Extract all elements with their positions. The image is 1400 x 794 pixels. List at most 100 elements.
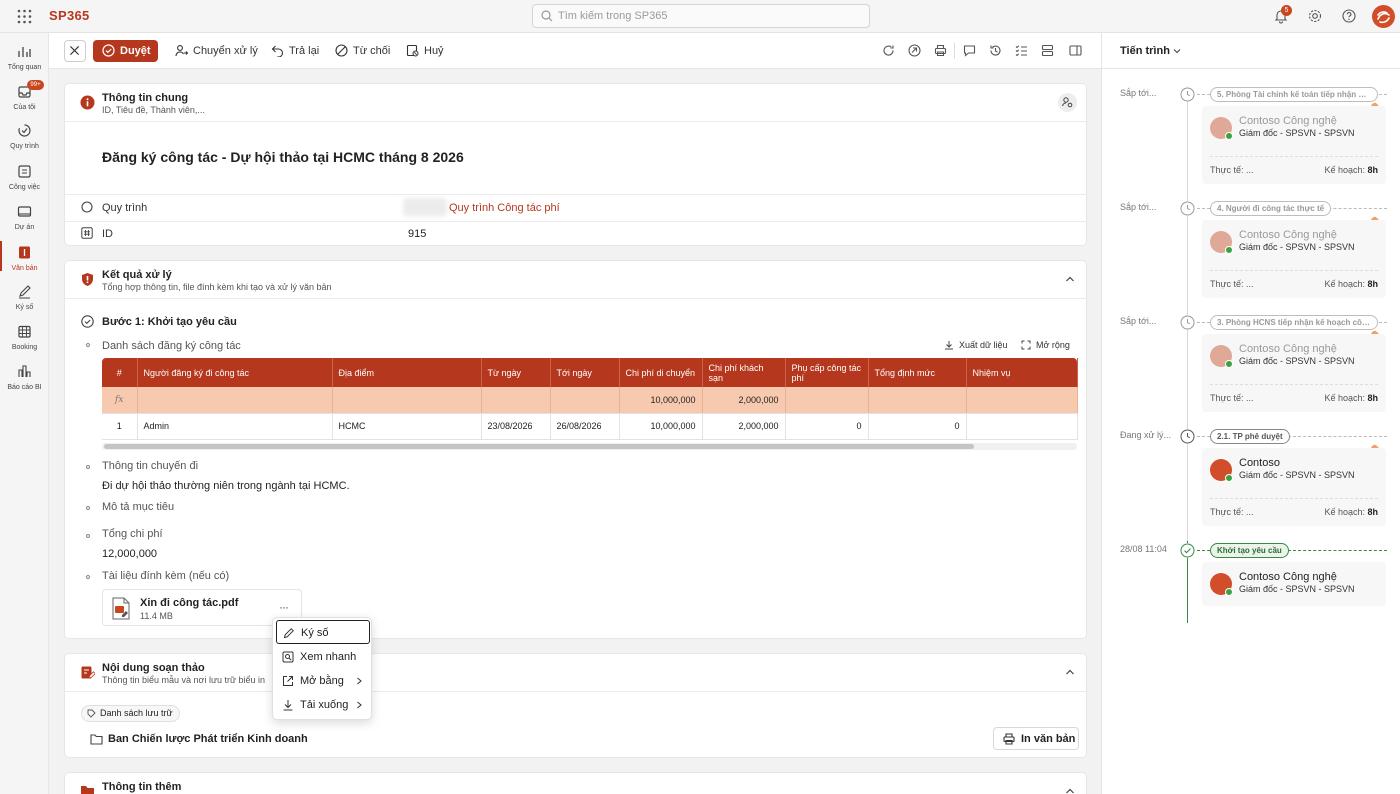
divider (1210, 498, 1378, 499)
side-panel-icon[interactable] (1069, 44, 1082, 57)
project-icon (17, 206, 32, 217)
chevron-down-icon[interactable] (1172, 46, 1182, 56)
workflow-icon (18, 124, 31, 137)
sidebar-item-tasks[interactable]: Công việc (0, 164, 49, 204)
share-icon[interactable] (908, 44, 921, 57)
sidebar-item-projects[interactable]: Dự án (0, 204, 49, 244)
menu-item-download[interactable]: Tải xuống (276, 693, 370, 717)
refresh-icon[interactable] (882, 44, 895, 57)
table-cell (481, 387, 551, 414)
comment-icon[interactable] (963, 44, 976, 57)
sidebar-item-overview[interactable]: Tổng quan (0, 44, 49, 84)
check-circle-icon (102, 44, 115, 57)
table-header[interactable]: Chi phí khách sạn (702, 358, 786, 387)
step-title: Bước 1: Khởi tạo yêu cầu (102, 316, 237, 328)
block-icon (335, 44, 348, 57)
process-link[interactable]: Quy trình Công tác phí (449, 202, 560, 214)
search-input[interactable]: Tìm kiếm trong SP365 (532, 4, 870, 28)
user-gear-icon (1062, 97, 1073, 108)
step-card[interactable]: Contoso Công nghệ Giám đốc - SPSVN - SPS… (1202, 220, 1386, 298)
menu-item-sign[interactable]: Ký số (276, 620, 370, 644)
sidebar-item-signature[interactable]: Ký số (0, 284, 49, 324)
preview-icon (282, 651, 294, 663)
step-card[interactable]: Contoso Giám đốc - SPSVN - SPSVN Thực tế… (1202, 448, 1386, 526)
draft-content-subtitle: Thông tin biểu mẫu và nơi lưu trữ biểu i… (102, 675, 266, 685)
table-header[interactable]: Địa điểm (332, 358, 482, 387)
table-cell: 23/08/2026 (481, 413, 551, 440)
assignee-avatar (1210, 459, 1233, 482)
print-icon[interactable] (934, 44, 947, 57)
brand-logo-text[interactable]: SP365 (49, 8, 90, 23)
sidebar-item-documents[interactable]: Văn bản (0, 241, 49, 285)
download-icon (945, 341, 953, 350)
cancel-label: Huỷ (424, 45, 444, 57)
sidebar-item-booking[interactable]: Booking (0, 324, 49, 364)
printer-icon (1003, 733, 1015, 745)
edit-document-icon (81, 666, 95, 679)
sidebar-item-mine[interactable]: 99+ Của tôi (0, 80, 49, 124)
table-horizontal-scrollbar[interactable] (102, 443, 1077, 450)
chevron-up-icon[interactable] (1064, 785, 1076, 794)
assignee-name: Contoso Công nghệ (1239, 343, 1337, 355)
signature-icon (19, 285, 31, 299)
sidebar-item-label: Tổng quan (7, 64, 42, 71)
bullet (86, 575, 90, 579)
step-name-pill[interactable]: 5. Phòng Tài chính kế toán tiếp nhận đề … (1210, 87, 1378, 102)
general-info-title: Thông tin chung (102, 92, 189, 104)
table-header[interactable]: Chi phí di chuyển (619, 358, 703, 387)
scrollbar-thumb[interactable] (104, 444, 974, 449)
sidebar-item-bi-report[interactable]: Báo cáo BI (0, 364, 49, 404)
checklist-icon[interactable] (1015, 44, 1028, 57)
step-card[interactable]: Contoso Công nghệ Giám đốc - SPSVN - SPS… (1202, 334, 1386, 412)
step-name-pill[interactable]: Khởi tạo yêu cầu (1210, 543, 1289, 558)
chevron-up-icon[interactable] (1064, 666, 1076, 678)
print-document-button[interactable]: In văn bản (993, 727, 1079, 750)
table-header[interactable]: Tới ngày (550, 358, 620, 387)
storage-list-chip[interactable]: Danh sách lưu trữ (81, 705, 180, 722)
member-settings-button[interactable] (1058, 93, 1077, 112)
history-icon[interactable] (989, 44, 1002, 57)
apps-grid-icon[interactable] (17, 9, 32, 24)
clock-icon (1180, 315, 1195, 330)
sidebar-item-workflow[interactable]: Quy trình (0, 123, 49, 163)
plan-label: Kế hoạch: (1324, 165, 1365, 175)
step-name-pill[interactable]: 2.1. TP phê duyệt (1210, 429, 1290, 444)
document-icon (19, 246, 30, 259)
file-name: Xin đi công tác.pdf (140, 597, 239, 609)
help-icon[interactable] (1341, 8, 1357, 24)
table-header-row: # Người đăng ký đi công tác Địa điểm Từ … (102, 358, 1078, 387)
assignee-name: Contoso (1239, 457, 1280, 469)
table-cell: 10,000,000 (619, 387, 703, 414)
sidebar-item-label: Báo cáo BI (7, 384, 42, 391)
table-header[interactable]: Từ ngày (481, 358, 551, 387)
gear-icon[interactable] (1307, 8, 1323, 24)
table-header[interactable]: Tổng định mức (868, 358, 967, 387)
layout-split-icon[interactable] (1041, 44, 1054, 57)
menu-item-quick-view[interactable]: Xem nhanh (276, 645, 370, 669)
close-button[interactable] (64, 40, 86, 62)
approve-button[interactable]: Duyệt (93, 40, 158, 62)
table-header[interactable]: # (102, 358, 138, 387)
trip-info-value: Đi dự hội thảo thường niên trong ngành t… (102, 480, 350, 492)
progress-header[interactable]: Tiến trình (1102, 33, 1400, 69)
step-card[interactable]: Contoso Công nghệ Giám đốc - SPSVN - SPS… (1202, 562, 1386, 606)
step-name-pill[interactable]: 3. Phòng HCNS tiếp nhận kế hoạch công... (1210, 315, 1378, 330)
step-name-pill[interactable]: 4. Người đi công tác thực tế (1210, 201, 1332, 216)
attachments-label: Tài liệu đính kèm (nếu có) (102, 570, 230, 582)
total-cost-value: 12,000,000 (102, 548, 158, 560)
file-more-icon[interactable]: ··· (279, 600, 289, 614)
planned-time: Kế hoạch: 8h (1324, 165, 1378, 175)
sidebar-item-label: Dự án (14, 224, 35, 231)
table-cell (966, 387, 1078, 414)
table-header[interactable]: Phụ cấp công tác phí (785, 358, 869, 387)
sidebar-item-label: Của tôi (13, 104, 36, 111)
table-header[interactable]: Người đăng ký đi công tác (137, 358, 333, 387)
menu-item-open-with[interactable]: Mở bằng (276, 669, 370, 693)
table-cell: HCMC (332, 413, 482, 440)
table-header[interactable]: Nhiệm vụ (966, 358, 1078, 387)
user-avatar[interactable] (1372, 5, 1395, 28)
chevron-up-icon[interactable] (1064, 273, 1076, 285)
step-card[interactable]: Contoso Công nghệ Giám đốc - SPSVN - SPS… (1202, 106, 1386, 184)
table-row[interactable]: 1 Admin HCMC 23/08/2026 26/08/2026 10,00… (102, 413, 1078, 440)
open-external-icon (283, 676, 293, 686)
